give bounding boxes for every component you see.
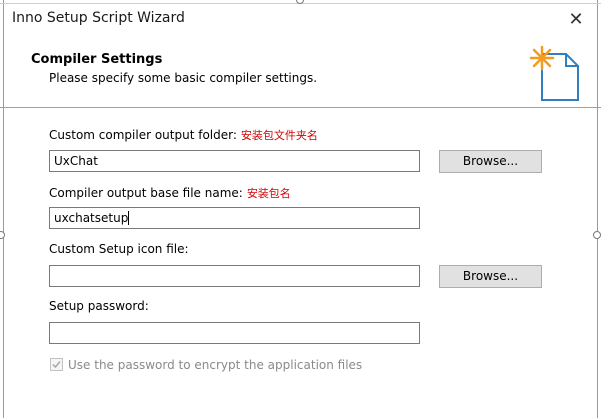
window-frame-right [597, 0, 598, 418]
base-filename-label: Compiler output base file name: 安装包名 [49, 185, 291, 201]
output-folder-note: 安装包文件夹名 [240, 129, 318, 142]
new-file-sparkle-icon [529, 45, 579, 101]
base-filename-note: 安装包名 [246, 187, 291, 200]
icon-file-input[interactable] [49, 265, 420, 287]
output-folder-input[interactable]: UxChat [49, 150, 420, 172]
password-label: Setup password: [49, 299, 149, 313]
base-filename-value: uxchatsetup [54, 211, 129, 225]
text-caret [128, 211, 130, 225]
header-separator [0, 107, 601, 108]
password-input[interactable] [49, 322, 420, 344]
base-filename-label-text: Compiler output base file name: [49, 186, 243, 200]
icon-file-label: Custom Setup icon file: [49, 242, 189, 256]
output-folder-value: UxChat [54, 154, 98, 168]
output-folder-label: Custom compiler output folder: 安装包文件夹名 [49, 127, 318, 143]
output-folder-label-text: Custom compiler output folder: [49, 128, 237, 142]
browse-icon-file-button[interactable]: Browse... [439, 265, 542, 288]
page-title: Compiler Settings [31, 52, 163, 67]
base-filename-input[interactable]: uxchatsetup [49, 207, 420, 229]
window-title: Inno Setup Script Wizard [12, 10, 185, 26]
browse-output-folder-button[interactable]: Browse... [439, 150, 542, 173]
checkmark-icon [52, 361, 61, 369]
close-button[interactable]: ✕ [565, 9, 587, 31]
page-subtitle: Please specify some basic compiler setti… [49, 71, 318, 85]
resize-handle-left[interactable] [0, 231, 5, 239]
window-frame-left [3, 0, 4, 418]
resize-handle-right[interactable] [593, 231, 601, 239]
encrypt-checkbox-label: Use the password to encrypt the applicat… [68, 358, 363, 372]
close-icon: ✕ [568, 9, 584, 30]
encrypt-checkbox[interactable] [50, 358, 63, 371]
